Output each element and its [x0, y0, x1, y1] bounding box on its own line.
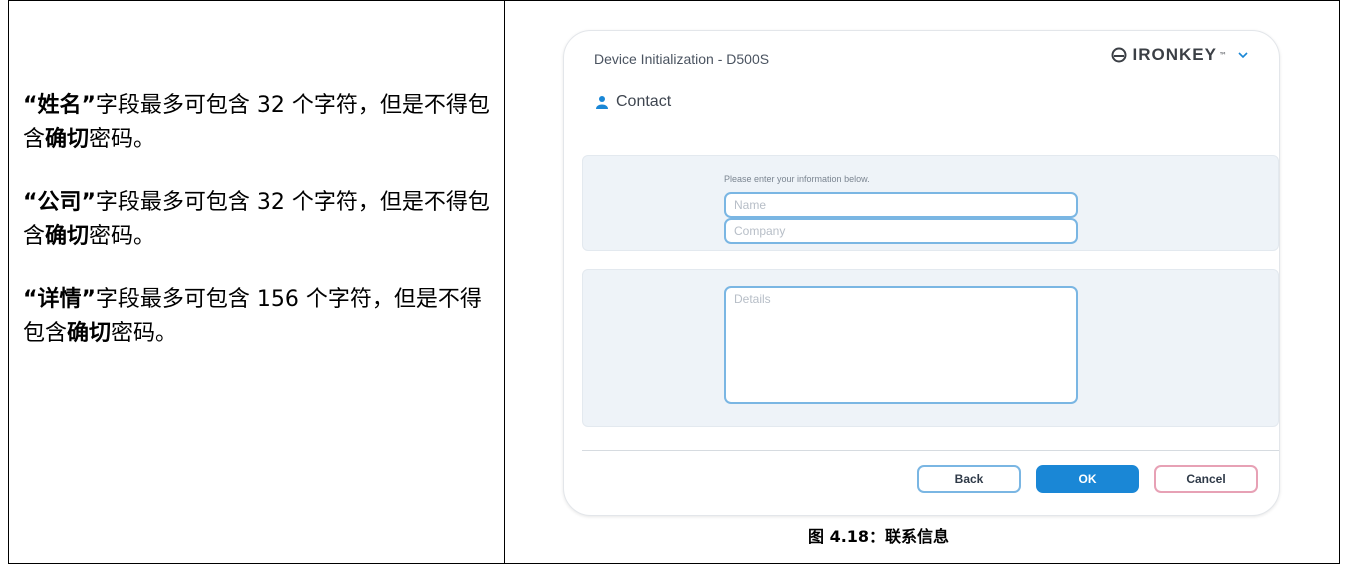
instruction-text-end: 密码。 — [111, 321, 178, 346]
key-logo-icon — [1111, 47, 1127, 63]
name-input[interactable]: Name — [724, 192, 1078, 218]
figure-caption: 图 4.18：联系信息 — [808, 527, 950, 546]
figure-screenshot: Device Initialization - D500S IRONKEY ™ … — [563, 30, 1280, 516]
trademark: ™ — [1219, 50, 1227, 60]
column-divider — [504, 1, 505, 563]
dialog-title: Device Initialization - D500S — [594, 51, 770, 67]
footer-divider — [582, 450, 1279, 451]
ironkey-logo[interactable]: IRONKEY ™ — [1111, 45, 1249, 65]
term-details: “详情” — [23, 287, 96, 312]
person-icon — [596, 96, 608, 109]
section-label: Contact — [616, 93, 672, 110]
chevron-down-icon[interactable] — [1237, 49, 1249, 61]
term-name: “姓名” — [23, 93, 96, 118]
instruction-details: “详情”字段最多可包含 156 个字符，但是不得包含确切密码。 — [23, 283, 493, 351]
logo-text: IRONKEY — [1132, 45, 1217, 64]
instruction-name: “姓名”字段最多可包含 32 个字符，但是不得包含确切密码。 — [23, 89, 493, 157]
contact-panel: Please enter your information below. Nam… — [582, 155, 1279, 251]
instructions-column: “姓名”字段最多可包含 32 个字符，但是不得包含确切密码。 “公司”字段最多可… — [23, 89, 493, 380]
emphasis-exact: 确切 — [67, 321, 112, 346]
emphasis-exact: 确切 — [45, 127, 90, 152]
back-button[interactable]: Back — [917, 465, 1021, 493]
details-textarea[interactable]: Details — [724, 286, 1078, 404]
contact-header: Contact — [596, 93, 671, 111]
device-init-dialog: Device Initialization - D500S IRONKEY ™ … — [563, 30, 1280, 516]
company-input[interactable]: Company — [724, 218, 1078, 244]
ok-button[interactable]: OK — [1036, 465, 1139, 493]
term-company: “公司” — [23, 190, 96, 215]
emphasis-exact: 确切 — [45, 224, 90, 249]
instruction-company: “公司”字段最多可包含 32 个字符，但是不得包含确切密码。 — [23, 186, 493, 254]
instruction-text-end: 密码。 — [89, 127, 156, 152]
form-hint: Please enter your information below. — [724, 174, 870, 184]
details-panel: Details — [582, 269, 1279, 427]
cancel-button[interactable]: Cancel — [1154, 465, 1258, 493]
instruction-text-end: 密码。 — [89, 224, 156, 249]
